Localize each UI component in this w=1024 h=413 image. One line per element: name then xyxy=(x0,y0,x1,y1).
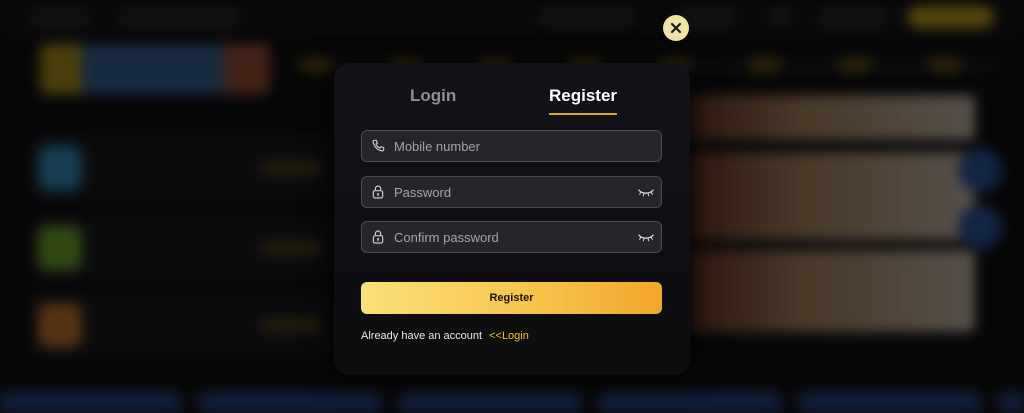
password-input[interactable] xyxy=(394,177,631,207)
password-field xyxy=(361,176,662,208)
lock-icon xyxy=(362,222,394,252)
tab-login[interactable]: Login xyxy=(410,85,456,115)
close-button[interactable] xyxy=(663,15,689,41)
eye-closed-icon[interactable] xyxy=(631,222,661,252)
auth-modal: Login Register Mobile number Register Al… xyxy=(334,63,690,375)
eye-closed-icon[interactable] xyxy=(631,177,661,207)
close-icon xyxy=(670,22,682,34)
register-button[interactable]: Register xyxy=(361,282,662,314)
login-prompt: Already have an account <<Login xyxy=(361,330,529,342)
login-link[interactable]: <<Login xyxy=(489,330,529,342)
confirm-password-input[interactable] xyxy=(394,222,631,252)
mobile-number-input[interactable] xyxy=(394,131,661,161)
phone-icon xyxy=(362,131,394,161)
mobile-number-field xyxy=(361,130,662,162)
tab-register[interactable]: Register xyxy=(549,85,618,115)
auth-tabs: Login Register xyxy=(334,85,690,117)
lock-icon xyxy=(362,177,394,207)
login-prompt-text: Already have an account xyxy=(361,330,483,342)
confirm-password-field xyxy=(361,221,662,253)
